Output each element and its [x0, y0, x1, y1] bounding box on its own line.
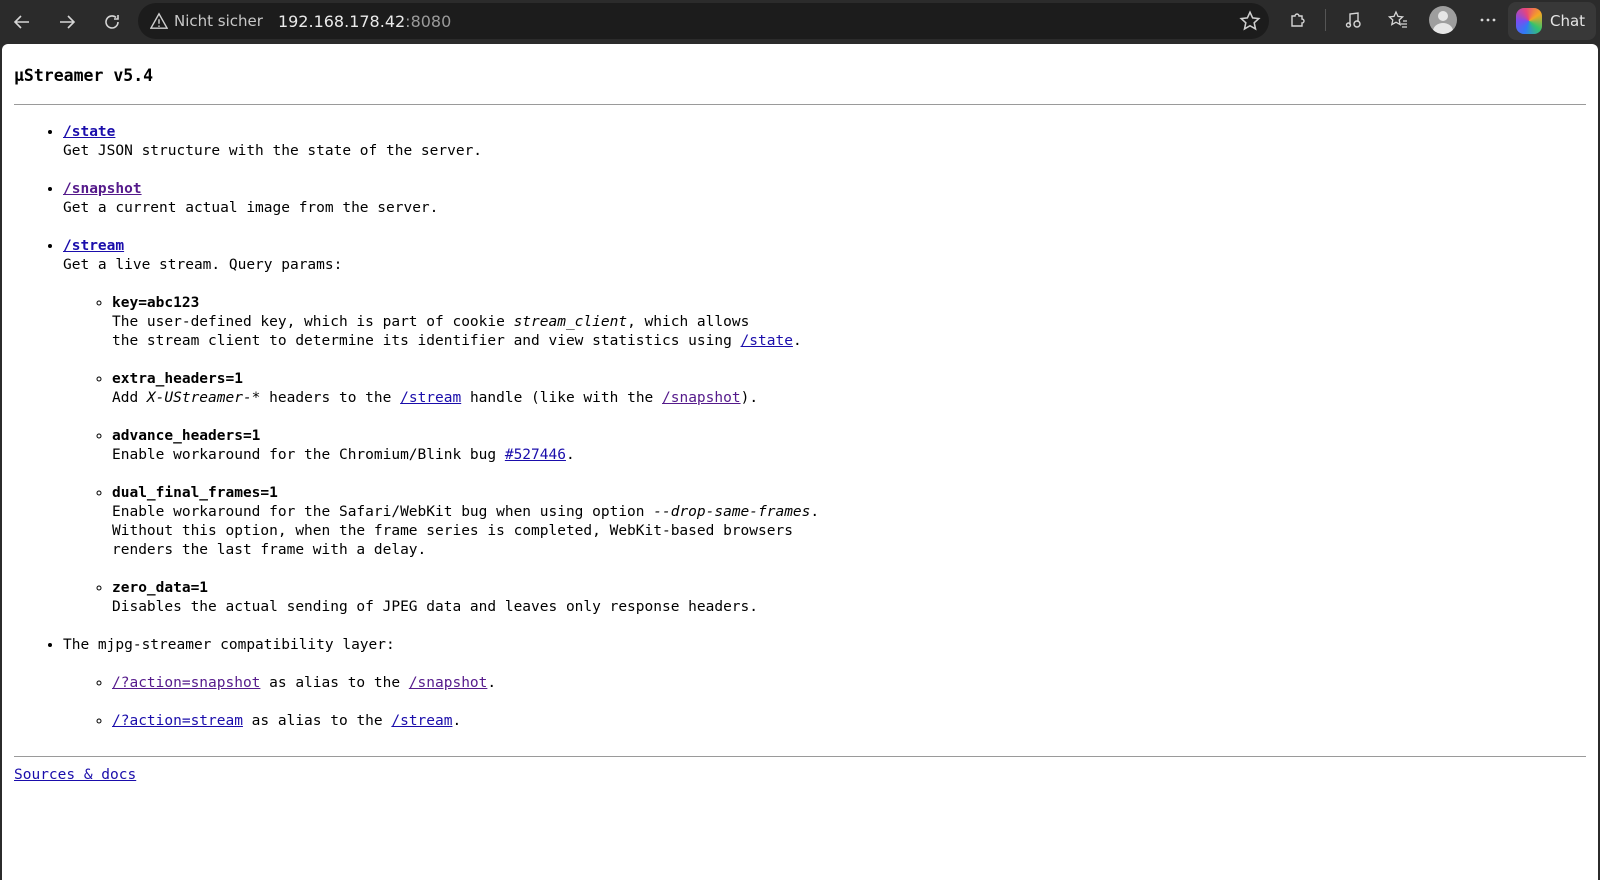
compat-item: /?action=stream as alias to the /stream.: [112, 712, 1586, 731]
param-key: key=abc123 The user-defined key, which i…: [112, 294, 1586, 351]
param-name: advance_headers=1: [112, 428, 261, 444]
compat-list: /?action=snapshot as alias to the /snaps…: [63, 674, 1586, 731]
stream-inline-link[interactable]: /stream: [400, 390, 461, 406]
list-item-snapshot: /snapshot Get a current actual image fro…: [63, 180, 1586, 218]
param-dual-final-frames: dual_final_frames=1 Enable workaround fo…: [112, 484, 1586, 560]
forward-button[interactable]: [49, 4, 85, 40]
param-text: Without this option, when the frame seri…: [112, 523, 793, 539]
toolbar-right: [1280, 2, 1506, 38]
url-port: :8080: [405, 11, 452, 31]
param-text: Add: [112, 390, 147, 406]
param-name: zero_data=1: [112, 580, 209, 596]
snapshot-alias-link[interactable]: /snapshot: [409, 675, 488, 691]
endpoint-list: /state Get JSON structure with the state…: [14, 123, 1586, 731]
param-text: the stream client to determine its ident…: [112, 333, 741, 349]
more-menu-button[interactable]: [1470, 2, 1506, 38]
compat-label: The mjpg-streamer compatibility layer:: [63, 637, 395, 653]
stream-alias-link[interactable]: /stream: [391, 713, 452, 729]
forward-arrow-icon: [60, 15, 76, 29]
address-bar[interactable]: Nicht sicher 192.168.178.42:8080: [138, 3, 1269, 39]
sources-docs-link[interactable]: Sources & docs: [14, 767, 136, 783]
toolbar-divider: [1325, 9, 1326, 31]
param-text: Disables the actual sending of JPEG data…: [112, 599, 759, 615]
puzzle-icon: [1291, 13, 1305, 27]
copilot-chat-button[interactable]: Chat: [1508, 2, 1596, 40]
profile-button[interactable]: [1425, 2, 1461, 38]
param-name: extra_headers=1: [112, 371, 243, 387]
nav-buttons: [4, 4, 130, 40]
param-emphasis: X-UStreamer-*: [146, 390, 261, 406]
snapshot-link[interactable]: /snapshot: [63, 181, 142, 197]
copilot-icon: [1516, 8, 1542, 34]
param-zero-data: zero_data=1 Disables the actual sending …: [112, 579, 1586, 617]
snapshot-description: Get a current actual image from the serv…: [63, 200, 439, 216]
param-text: The user-defined key, which is part of c…: [112, 314, 514, 330]
more-dots-icon: [1480, 18, 1496, 22]
stream-description: Get a live stream. Query params:: [63, 257, 343, 273]
warning-icon: [150, 12, 168, 29]
param-text: .: [565, 447, 575, 463]
param-text: handle (like with the: [461, 390, 663, 406]
state-description: Get JSON structure with the state of the…: [63, 143, 483, 159]
bug-link[interactable]: #527446: [505, 447, 566, 463]
compat-item: /?action=snapshot as alias to the /snaps…: [112, 674, 1586, 693]
list-item-stream: /stream Get a live stream. Query params:…: [63, 237, 1586, 617]
page-title: µStreamer v5.4: [14, 66, 154, 85]
action-stream-link[interactable]: /?action=stream: [112, 713, 243, 729]
list-item-state: /state Get JSON structure with the state…: [63, 123, 1586, 161]
avatar: [1429, 6, 1457, 34]
param-text: .: [792, 333, 802, 349]
compat-text: .: [452, 713, 462, 729]
param-name: key=abc123: [112, 295, 200, 311]
param-text: renders the last frame with a delay.: [112, 542, 427, 558]
back-button[interactable]: [4, 4, 40, 40]
title-divider: [14, 104, 1586, 105]
state-inline-link[interactable]: /state: [741, 333, 793, 349]
param-name: dual_final_frames=1: [112, 485, 278, 501]
param-emphasis: stream_client: [513, 314, 628, 330]
music-note-icon: [1345, 12, 1361, 28]
param-advance-headers: advance_headers=1 Enable workaround for …: [112, 427, 1586, 465]
param-text: ).: [740, 390, 759, 406]
param-text: Enable workaround for the Safari/WebKit …: [112, 504, 654, 520]
footer-divider: [14, 756, 1586, 757]
query-params-list: key=abc123 The user-defined key, which i…: [63, 294, 1586, 617]
media-button[interactable]: [1335, 2, 1371, 38]
param-emphasis: --drop-same-frames: [653, 504, 811, 520]
favorites-button[interactable]: [1380, 2, 1416, 38]
action-snapshot-link[interactable]: /?action=snapshot: [112, 675, 260, 691]
param-text: .: [810, 504, 820, 520]
extensions-button[interactable]: [1280, 2, 1316, 38]
security-label[interactable]: Nicht sicher: [174, 12, 263, 30]
param-text: , which allows: [627, 314, 750, 330]
snapshot-inline-link[interactable]: /snapshot: [662, 390, 741, 406]
favorite-star-icon[interactable]: [1239, 10, 1261, 32]
back-arrow-icon: [13, 15, 29, 29]
browser-toolbar: Nicht sicher 192.168.178.42:8080 Chat: [0, 0, 1600, 44]
page-viewport: µStreamer v5.4 /state Get JSON structure…: [2, 44, 1598, 880]
list-item-compat: The mjpg-streamer compatibility layer: /…: [63, 636, 1586, 731]
chat-label: Chat: [1550, 12, 1586, 30]
footer: Sources & docs: [14, 766, 1586, 785]
compat-text: as alias to the: [260, 675, 409, 691]
favorites-list-icon: [1388, 10, 1407, 28]
url-host: 192.168.178.42: [277, 11, 406, 31]
state-link[interactable]: /state: [63, 124, 115, 140]
compat-text: as alias to the: [242, 713, 392, 729]
param-text: Enable workaround for the Chromium/Blink…: [112, 447, 505, 463]
param-extra-headers: extra_headers=1 Add X-UStreamer-* header…: [112, 370, 1586, 408]
page-content: µStreamer v5.4 /state Get JSON structure…: [2, 66, 1598, 785]
param-text: headers to the: [260, 390, 401, 406]
compat-text: .: [487, 675, 497, 691]
stream-link[interactable]: /stream: [63, 238, 124, 254]
url-text[interactable]: 192.168.178.42:8080: [278, 12, 451, 31]
reload-icon: [105, 15, 119, 29]
reload-button[interactable]: [94, 4, 130, 40]
